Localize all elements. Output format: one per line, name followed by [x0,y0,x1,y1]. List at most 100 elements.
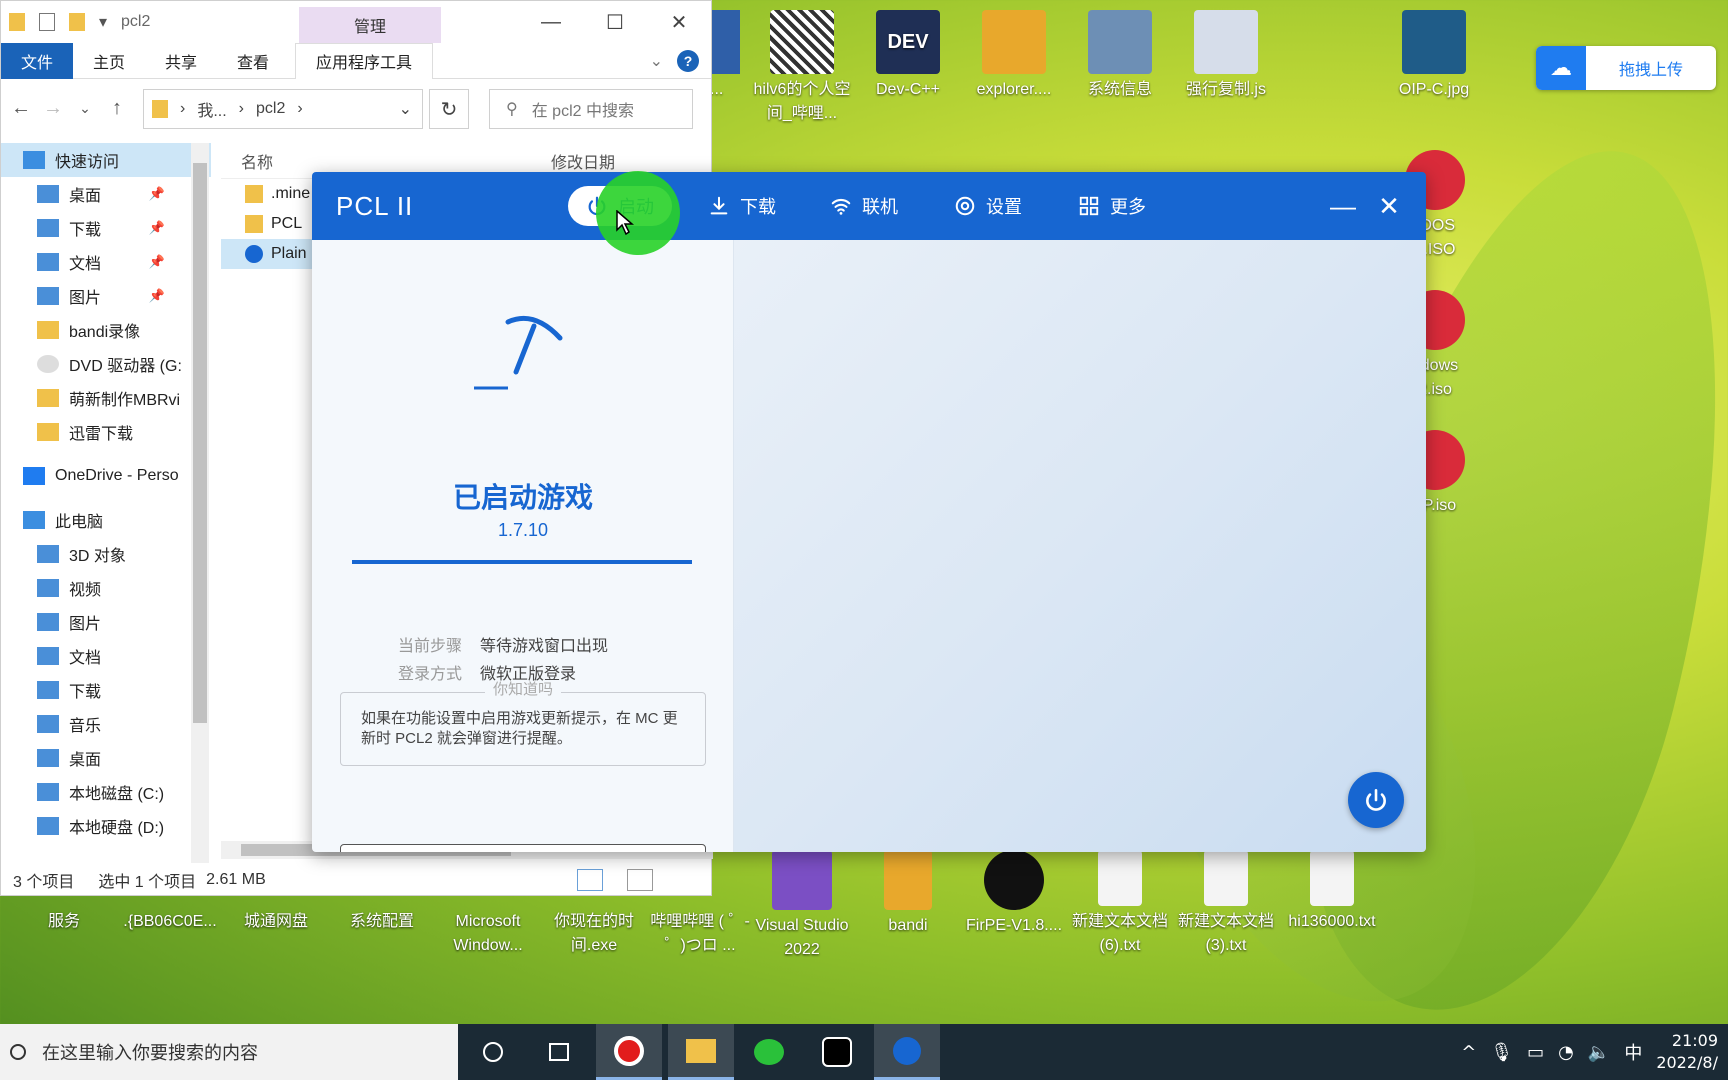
tab-multiplayer[interactable]: 联机 [812,186,916,226]
desktop-icon[interactable]: 系统配置 [332,910,432,934]
nav-item[interactable]: 下载 📌 [1,211,211,245]
nav-scrollbar[interactable] [191,143,209,863]
nav-item[interactable]: 文档 [1,639,211,673]
pcl-close-button[interactable]: ✕ [1366,172,1412,240]
desktop-icon-label: 哔哩哔哩 ( ゜- ゜)つロ ... [650,913,750,954]
recorder-app-icon[interactable] [596,1024,662,1080]
column-modified[interactable]: 修改日期 [551,149,615,173]
nav-item[interactable]: bandi录像 [1,313,211,347]
nav-item[interactable]: OneDrive - Perso [1,459,211,493]
wifi-icon[interactable]: ◔ [1558,1042,1574,1063]
maximize-button[interactable]: ☐ [583,1,647,43]
wechat-app-icon[interactable] [736,1024,802,1080]
desktop-icon[interactable]: 城通网盘 [226,910,326,934]
address-box[interactable]: › 我... › pcl2 › ⌄ [143,89,423,129]
desktop-icon[interactable]: explorer.... [964,10,1064,102]
refresh-icon[interactable]: ↻ [429,89,469,129]
tip-text: 如果在功能设置中启用游戏更新提示，在 MC 更新时 PCL2 就会弹窗进行提醒。 [361,710,678,747]
nav-item[interactable]: 音乐 [1,707,211,741]
tab-file[interactable]: 文件 [1,42,73,79]
nav-item[interactable]: 本地磁盘 (C:) [1,775,211,809]
microphone-icon[interactable]: 🎙 [1490,1042,1513,1063]
pcl-app-icon[interactable] [874,1024,940,1080]
up-arrow-icon[interactable]: ↑ [101,97,133,120]
nav-item[interactable]: 文档 📌 [1,245,211,279]
clock[interactable]: 21:09 2022/8/ [1656,1030,1718,1074]
launch-status-panel: 已启动游戏 1.7.10 当前步骤 等待游戏窗口出现 登录方式 微软正版登录 如… [312,240,734,852]
nav-scrollbar-thumb[interactable] [193,163,207,723]
tab-view[interactable]: 查看 [217,43,289,79]
tab-more[interactable]: 更多 [1060,186,1164,226]
desktop-icon[interactable]: bandi [858,850,958,938]
desktop-icon[interactable]: Microsoft Window... [438,910,538,958]
search-input[interactable]: ⚲ 在 pcl2 中搜索 [489,89,693,129]
pcl-minimize-button[interactable]: — [1320,172,1366,240]
nav-item[interactable]: 迅雷下载 [1,415,211,449]
chevron-up-icon[interactable]: ^ [1461,1042,1476,1063]
taskbar-search-input[interactable]: 在这里输入你要搜索的内容 [0,1024,458,1080]
help-icon[interactable]: ? [677,50,699,72]
desktop-icon[interactable]: 系统信息 [1070,10,1170,102]
desktop-icon[interactable]: 服务 [14,910,114,934]
column-name[interactable]: 名称 [221,149,551,173]
desktop-icon[interactable]: .{BB06C0E... [120,910,220,934]
launch-fab-button[interactable] [1348,772,1404,828]
desktop-icon[interactable]: Visual Studio 2022 [752,850,852,962]
recent-locations-icon[interactable]: ⌄ [69,100,101,117]
file-explorer-app-icon[interactable] [668,1024,734,1080]
nav-item[interactable]: 快速访问 [1,143,211,177]
nav-item-label: 文档 [69,650,102,667]
address-segment[interactable]: 我... [197,97,226,121]
desktop-icon[interactable]: DEV Dev-C++ [858,10,958,102]
desktop-icon[interactable]: 新建文本文档 (3).txt [1176,850,1276,958]
nav-item[interactable]: DVD 驱动器 (G: [1,347,211,381]
tab-share[interactable]: 共享 [145,43,217,79]
nav-item[interactable]: 此电脑 [1,503,211,537]
tab-settings[interactable]: 设置 [936,186,1040,226]
desktop-icon[interactable]: 哔哩哔哩 ( ゜- ゜)つロ ... [650,910,750,958]
quick-access-dropdown-icon[interactable]: ▾ [99,12,107,32]
ime-indicator[interactable]: 中 [1624,1039,1642,1065]
drag-upload-button[interactable]: ☁ 拖拽上传 [1536,46,1716,90]
nav-item[interactable]: 图片 📌 [1,279,211,313]
desktop-icon[interactable]: 你现在的时间.exe [544,910,644,958]
new-folder-icon[interactable] [69,13,85,31]
desktop-icon[interactable]: FirPE-V1.8.... [964,850,1064,938]
desktop-icon[interactable]: hilv6的个人空间_哔哩... [752,10,852,126]
desktop-icon[interactable]: OIP-C.jpg [1384,10,1484,102]
nav-item[interactable]: 视频 [1,571,211,605]
pcl-titlebar[interactable]: PCL II 启动 下载 联机 设置 更多 — ✕ [312,172,1426,240]
minimize-button[interactable]: — [519,1,583,43]
cancel-button[interactable]: 取消 [340,844,706,852]
selected-count: 选中 1 个项目 [98,874,197,891]
address-segment[interactable]: pcl2 [256,100,285,118]
cortana-icon[interactable] [460,1024,526,1080]
manage-tab[interactable]: 管理 [299,7,441,43]
forward-arrow-icon[interactable]: → [37,97,69,120]
nav-item[interactable]: 本地硬盘 (D:) [1,809,211,843]
nav-item[interactable]: 3D 对象 [1,537,211,571]
nav-item[interactable]: 萌新制作MBRvi [1,381,211,415]
tab-app-tools[interactable]: 应用程序工具 [295,42,434,79]
battery-icon[interactable]: ▭ [1527,1042,1544,1063]
desktop-icon[interactable]: 新建文本文档 (6).txt [1070,850,1170,958]
volume-icon[interactable]: 🔈 [1588,1042,1610,1063]
large-icons-view-icon[interactable] [627,869,653,891]
details-view-icon[interactable] [577,869,603,891]
back-arrow-icon[interactable]: ← [5,97,37,120]
properties-icon[interactable] [39,13,55,31]
tab-home[interactable]: 主页 [73,43,145,79]
tab-download[interactable]: 下载 [690,186,794,226]
desktop-icon[interactable]: 强行复制.js [1176,10,1276,102]
desktop-icon[interactable]: hi136000.txt [1282,850,1382,934]
address-dropdown-icon[interactable]: ⌄ [399,99,412,119]
power-icon [1366,788,1386,811]
capcut-app-icon[interactable] [804,1024,870,1080]
ribbon-expand-icon[interactable]: ⌄ [650,51,663,71]
close-button[interactable]: ✕ [647,1,711,43]
nav-item[interactable]: 桌面 [1,741,211,775]
task-view-icon[interactable] [526,1024,592,1080]
nav-item[interactable]: 图片 [1,605,211,639]
nav-item[interactable]: 桌面 📌 [1,177,211,211]
nav-item[interactable]: 下载 [1,673,211,707]
